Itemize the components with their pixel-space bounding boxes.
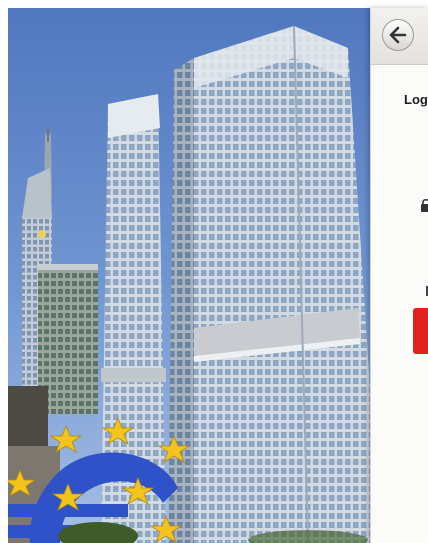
login-panel: Log (370, 8, 428, 543)
login-heading: Log (404, 92, 428, 107)
lock-icon (421, 198, 428, 212)
screen: Log (0, 0, 428, 543)
login-submit-button[interactable] (413, 308, 428, 354)
arrow-left-icon (389, 26, 407, 44)
browser-toolbar (371, 8, 428, 65)
back-button[interactable] (382, 19, 414, 51)
background-photo (8, 8, 380, 543)
